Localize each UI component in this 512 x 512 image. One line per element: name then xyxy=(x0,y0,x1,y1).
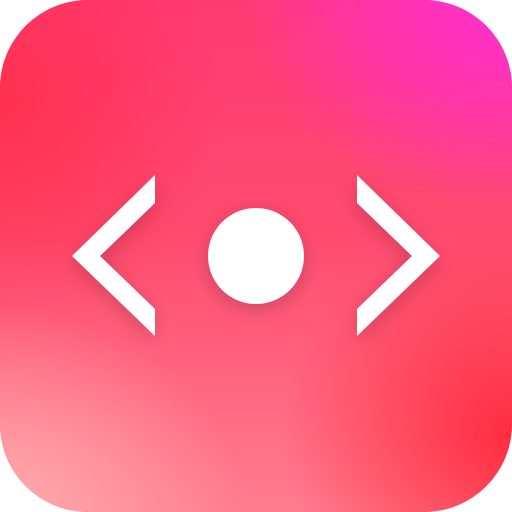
app-icon xyxy=(0,0,512,512)
dot-icon xyxy=(208,208,304,304)
app-icon-container xyxy=(0,0,512,512)
chevron-right-icon xyxy=(357,175,440,336)
icon-glyph xyxy=(72,175,440,336)
chevron-left-icon xyxy=(72,175,155,336)
